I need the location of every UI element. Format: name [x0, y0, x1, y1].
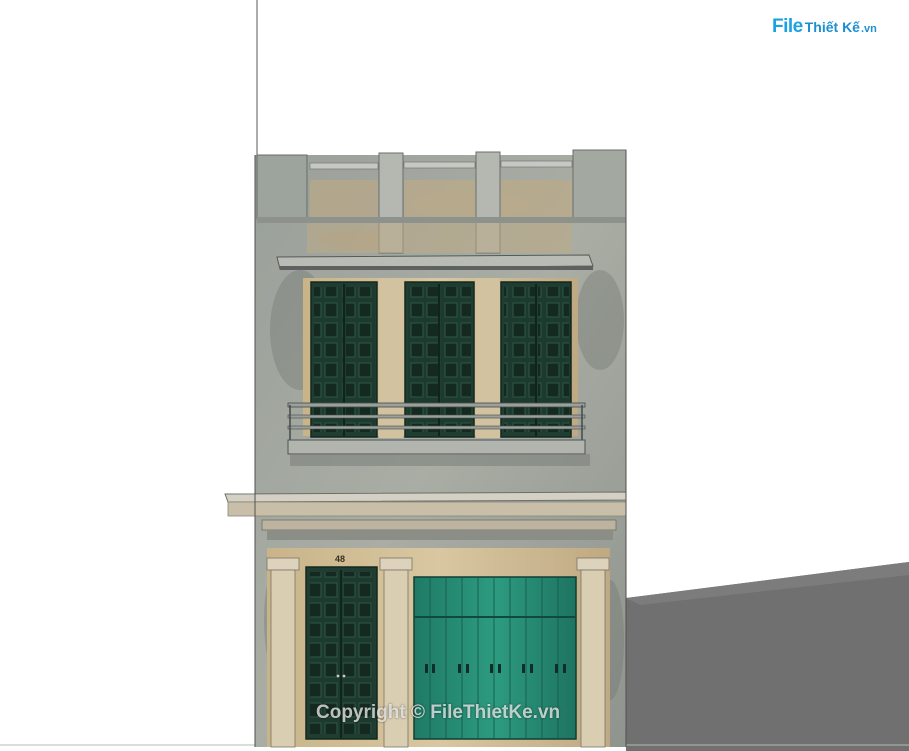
upper-window-3 [500, 281, 572, 438]
balcony-slab [287, 439, 586, 455]
parapet-band [257, 217, 626, 223]
upper-window-1 [310, 281, 378, 438]
parapet-left [256, 154, 308, 220]
logo-brand-text: Thiết Kế [804, 19, 860, 35]
pillar-right [576, 557, 610, 748]
pillar-left [266, 557, 300, 748]
house-number: 48 [335, 554, 346, 564]
mid-cornice [224, 491, 627, 503]
building-facade-scene [0, 0, 909, 751]
logo-file-text: File [772, 16, 803, 37]
upper-window-2 [404, 281, 475, 438]
logo-domain-text: .vn [860, 22, 877, 35]
copyright-watermark: Copyright © FileThietKe.vn [316, 702, 561, 723]
parapet-right [572, 149, 627, 220]
site-logo: File Thiết Kế .vn [772, 14, 877, 40]
